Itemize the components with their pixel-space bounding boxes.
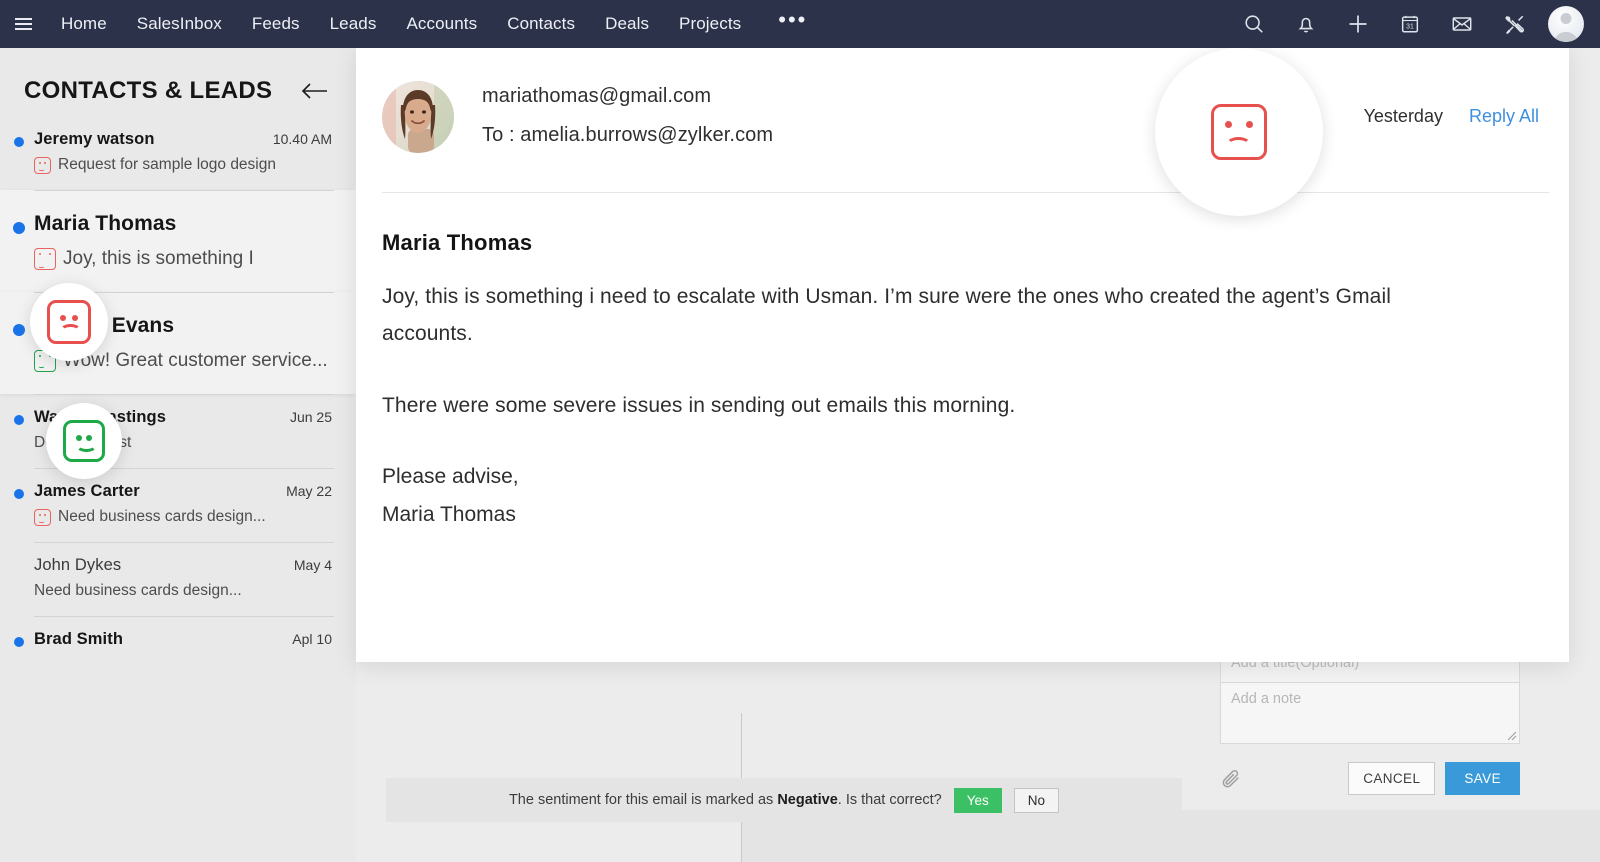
list-item[interactable]: Maria Thomas Joy, this is something I — [0, 190, 356, 292]
nav-item-contacts[interactable]: Contacts — [492, 0, 590, 48]
header-divider — [382, 192, 1549, 193]
list-item[interactable]: James Carter May 22 Need business cards … — [0, 468, 356, 542]
sentiment-negative-icon — [47, 300, 91, 344]
save-button[interactable]: SAVE — [1445, 762, 1520, 795]
resize-grip-icon[interactable] — [1507, 731, 1517, 741]
magnifier-maria-sentiment — [30, 283, 108, 361]
unread-dot — [14, 415, 24, 425]
nav-links: Home SalesInbox Feeds Leads Accounts Con… — [46, 0, 825, 48]
unread-dot — [14, 489, 24, 499]
page-title: CONTACTS & LEADS — [24, 77, 273, 104]
unread-dot — [14, 637, 24, 647]
note-composer-panel: Add a title(Optional) Add a note CANCEL … — [1220, 648, 1520, 795]
email-body: Maria Thomas Joy, this is something i ne… — [356, 192, 1569, 533]
sentiment-feedback-bar: The sentiment for this email is marked a… — [386, 778, 1182, 822]
note-body-placeholder: Add a note — [1231, 691, 1302, 707]
sentiment-negative-icon — [1211, 104, 1267, 160]
sentiment-yes-button[interactable]: Yes — [953, 787, 1002, 813]
hamburger-icon[interactable] — [0, 0, 46, 48]
message-preview: Joy, this is something I — [63, 248, 254, 269]
email-signature-name: Maria Thomas — [382, 502, 516, 526]
email-sender-name: Maria Thomas — [382, 230, 533, 255]
nav-more-icon[interactable]: ••• — [756, 0, 825, 52]
email-detail-card: mariathomas@gmail.com To : amelia.burrow… — [356, 48, 1569, 662]
message-date: Apl 10 — [292, 631, 332, 647]
tools-icon[interactable] — [1490, 0, 1538, 48]
calendar-icon[interactable]: 31 — [1386, 0, 1434, 48]
nav-icon-group: 31 — [1230, 0, 1594, 48]
top-navigation-bar: Home SalesInbox Feeds Leads Accounts Con… — [0, 0, 1600, 48]
nav-item-salesinbox[interactable]: SalesInbox — [122, 0, 237, 48]
note-button-group: CANCEL SAVE — [1348, 762, 1520, 795]
envelope-icon[interactable] — [1438, 0, 1486, 48]
avatar-photo — [382, 81, 454, 153]
list-item[interactable]: Brad Smith Apl 10 — [0, 616, 356, 665]
email-header: mariathomas@gmail.com To : amelia.burrow… — [356, 48, 1569, 193]
email-paragraph-1: Joy, this is something i need to escalat… — [382, 285, 1391, 346]
nav-item-home[interactable]: Home — [46, 0, 122, 48]
message-preview: Wow! Great customer service... — [63, 350, 328, 371]
sentiment-negative-icon — [34, 508, 51, 526]
email-signoff: Please advise, Maria Thomas — [382, 458, 1529, 533]
arrow-left-icon[interactable] — [298, 76, 332, 106]
nav-item-deals[interactable]: Deals — [590, 0, 664, 48]
bell-icon[interactable] — [1282, 0, 1330, 48]
note-actions: CANCEL SAVE — [1220, 762, 1520, 795]
app-root: Add a title(Optional) Add a note CANCEL … — [0, 0, 1600, 862]
nav-item-feeds[interactable]: Feeds — [237, 0, 315, 48]
message-preview: Need business cards design... — [58, 508, 266, 525]
contact-name: John Dykes — [34, 556, 122, 574]
email-addresses: mariathomas@gmail.com To : amelia.burrow… — [482, 81, 773, 147]
message-date: May 22 — [286, 483, 332, 499]
email-paragraph-2: There were some severe issues in sending… — [382, 393, 1016, 417]
search-icon[interactable] — [1230, 0, 1278, 48]
list-item[interactable]: Jeremy watson 10.40 AM Request for sampl… — [0, 116, 356, 190]
sentiment-positive-icon — [63, 420, 105, 462]
sentiment-negative-icon — [34, 248, 56, 270]
nav-item-leads[interactable]: Leads — [315, 0, 392, 48]
sentiment-negative-icon — [34, 156, 51, 174]
sentiment-text-before: The sentiment for this email is marked a… — [508, 792, 778, 808]
note-body-input[interactable]: Add a note — [1220, 682, 1520, 744]
sentiment-value: Negative — [777, 792, 838, 808]
message-preview: Request for sample logo design — [58, 156, 276, 173]
contact-name: Maria Thomas — [34, 212, 177, 235]
contact-name: Jeremy watson — [34, 130, 155, 148]
contact-name: James Carter — [34, 482, 140, 500]
nav-item-accounts[interactable]: Accounts — [391, 0, 492, 48]
nav-item-projects[interactable]: Projects — [664, 0, 756, 48]
cancel-button[interactable]: CANCEL — [1348, 762, 1436, 795]
sentiment-question: The sentiment for this email is marked a… — [509, 792, 942, 808]
avatar[interactable] — [1548, 6, 1584, 42]
calendar-day-number: 31 — [1406, 24, 1414, 31]
avatar — [382, 81, 454, 153]
conversation-list: Jeremy watson 10.40 AM Request for sampl… — [0, 116, 356, 665]
message-date: Jun 25 — [289, 409, 332, 425]
list-item[interactable]: John Dykes May 4 Need business cards des… — [0, 542, 356, 616]
paperclip-icon[interactable] — [1220, 768, 1242, 790]
unread-dot — [13, 222, 25, 234]
magnifier-sandra-sentiment — [46, 403, 122, 479]
email-to-address: To : amelia.burrows@zylker.com — [482, 124, 774, 146]
message-date: 10.40 AM — [272, 131, 332, 147]
reply-all-button[interactable]: Reply All — [1469, 106, 1539, 127]
sidebar-header: CONTACTS & LEADS — [0, 48, 356, 116]
email-header-actions: Yesterday Reply All — [1364, 106, 1539, 127]
unread-dot — [13, 324, 25, 336]
email-from-address: mariathomas@gmail.com — [482, 85, 712, 107]
message-date: May 4 — [293, 557, 332, 573]
email-date: Yesterday — [1363, 106, 1443, 126]
message-preview: Need business cards design... — [34, 582, 242, 599]
unread-dot — [14, 137, 24, 147]
sentiment-text-after: . Is that correct? — [837, 792, 942, 808]
plus-icon[interactable] — [1334, 0, 1382, 48]
magnifier-email-sentiment — [1155, 48, 1323, 216]
email-signoff-line: Please advise, — [382, 465, 519, 489]
sentiment-no-button[interactable]: No — [1013, 787, 1060, 813]
contact-name: Brad Smith — [34, 630, 124, 648]
